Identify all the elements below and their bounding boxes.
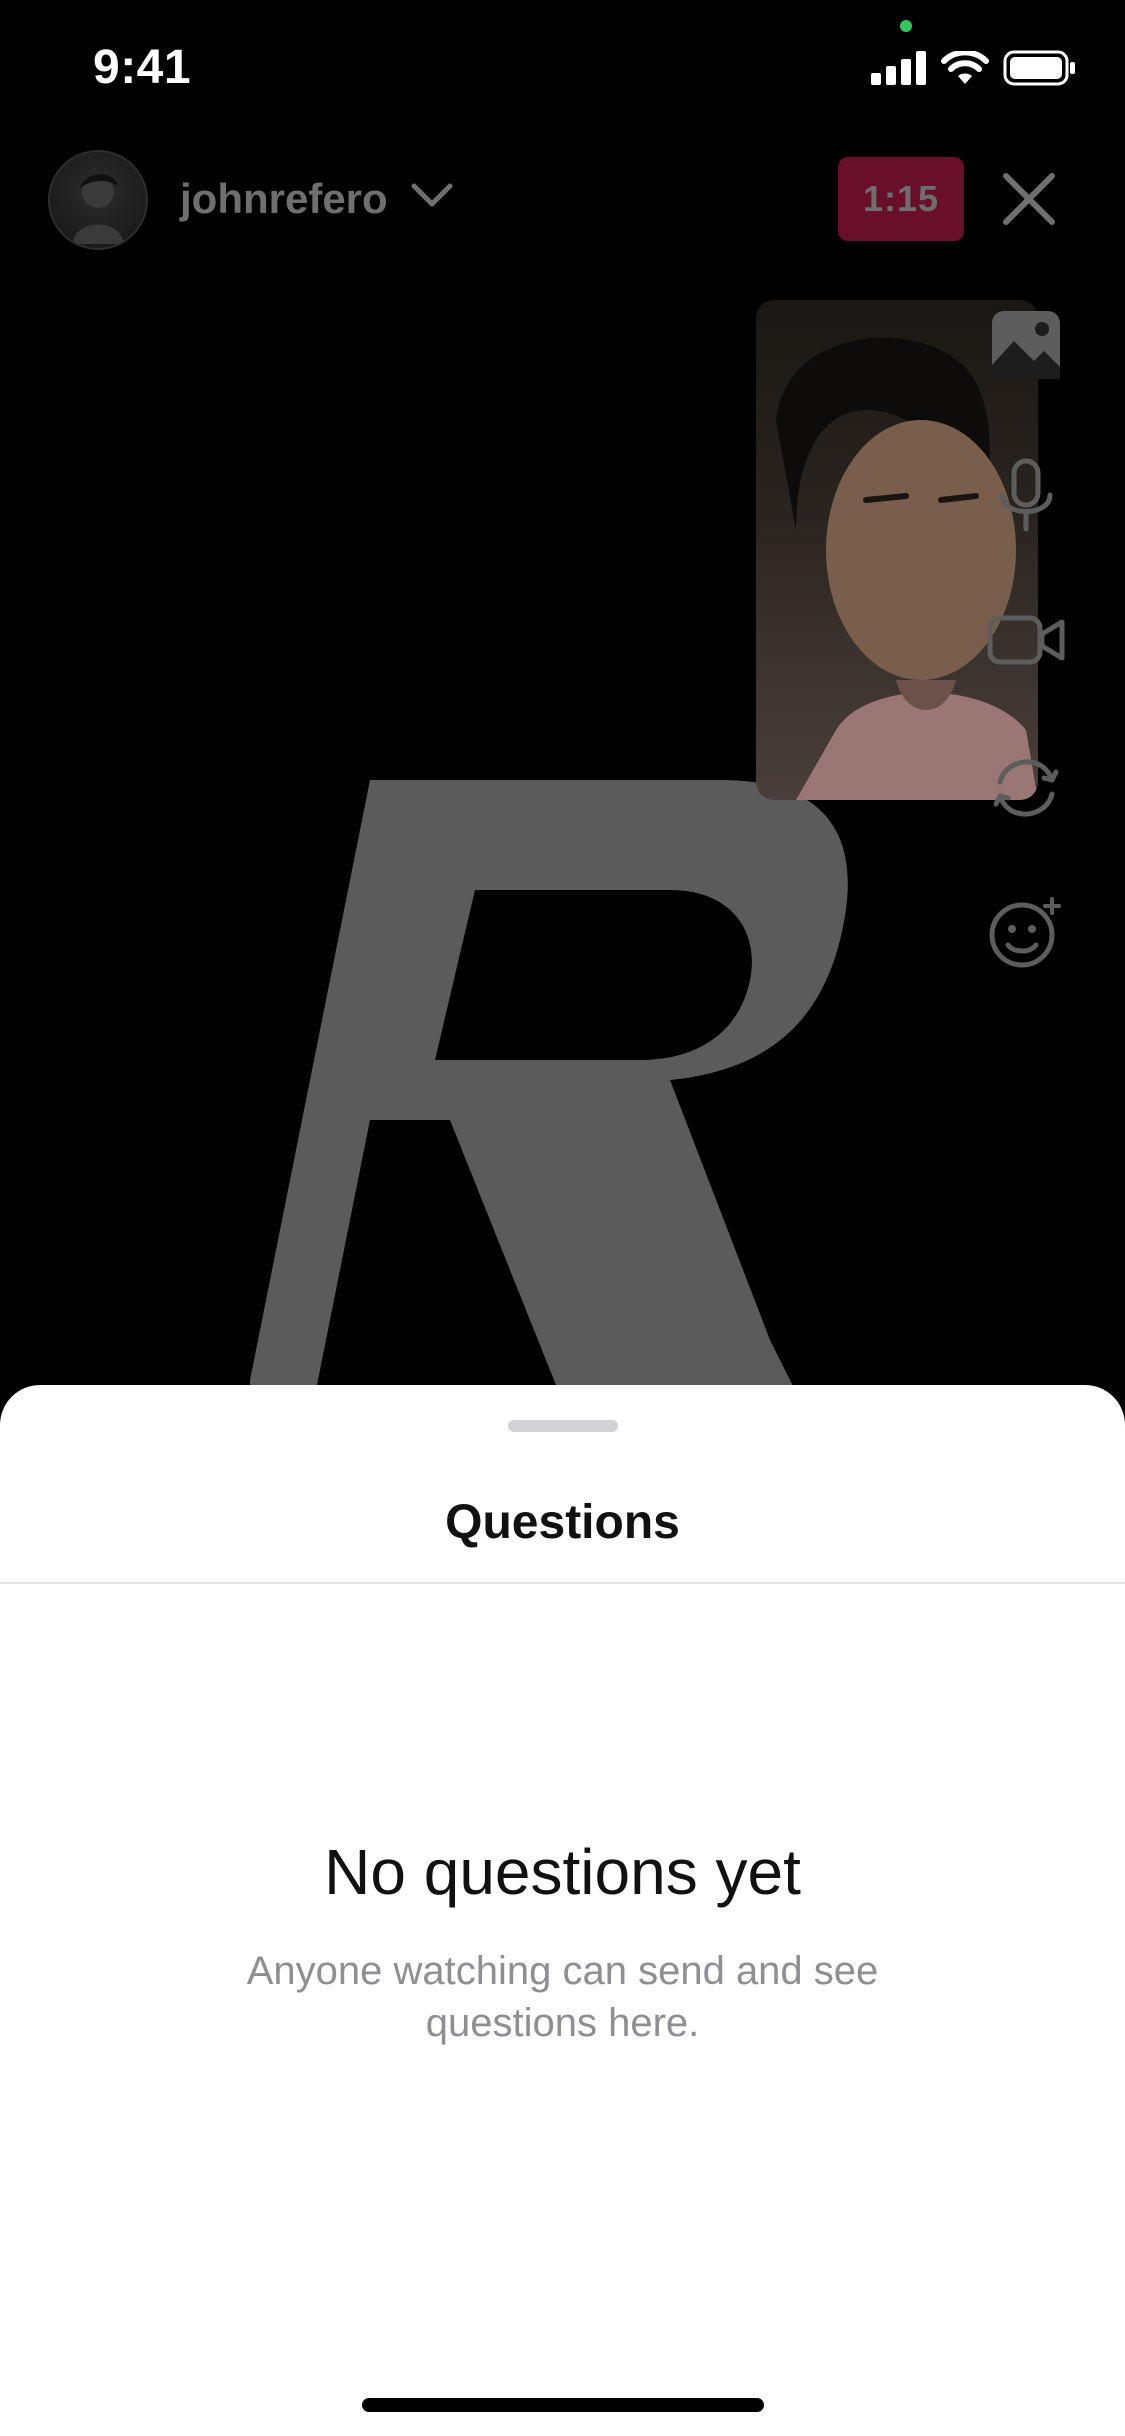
live-screen: 9:41 johnrefero 1:15 Questions No questi…	[0, 0, 1125, 2436]
close-icon[interactable]	[1000, 170, 1058, 228]
empty-state-title: No questions yet	[324, 1836, 801, 1908]
sheet-title: Questions	[445, 1496, 680, 1549]
avatar-portrait-icon	[72, 174, 124, 244]
home-indicator[interactable]	[362, 2398, 764, 2412]
battery-icon	[1003, 50, 1075, 86]
wifi-icon	[941, 51, 989, 84]
microphone-icon[interactable]	[986, 455, 1066, 535]
gallery-icon[interactable]	[986, 305, 1066, 385]
sheet-divider	[0, 1582, 1125, 1584]
flip-camera-icon[interactable]	[986, 748, 1066, 828]
status-time: 9:41	[93, 41, 192, 94]
privacy-indicator-dot	[900, 20, 912, 32]
host-avatar[interactable]	[48, 150, 148, 250]
sheet-grabber[interactable]	[508, 1420, 618, 1432]
effects-icon[interactable]	[986, 893, 1066, 973]
live-timer-badge: 1:15	[838, 157, 964, 241]
video-camera-icon[interactable]	[986, 600, 1066, 680]
live-header: johnrefero 1:15	[0, 150, 1125, 250]
status-icons	[871, 50, 1077, 86]
cellular-signal-icon	[871, 51, 926, 85]
refero-logo-letter	[250, 780, 848, 1420]
empty-state-subtitle: Anyone watching can send and see questio…	[246, 1949, 879, 2045]
status-bar: 9:41	[0, 0, 1125, 140]
questions-sheet: Questions No questions yet Anyone watchi…	[0, 1385, 1125, 2436]
chevron-down-icon[interactable]	[410, 176, 454, 216]
host-username[interactable]: johnrefero	[180, 175, 388, 223]
